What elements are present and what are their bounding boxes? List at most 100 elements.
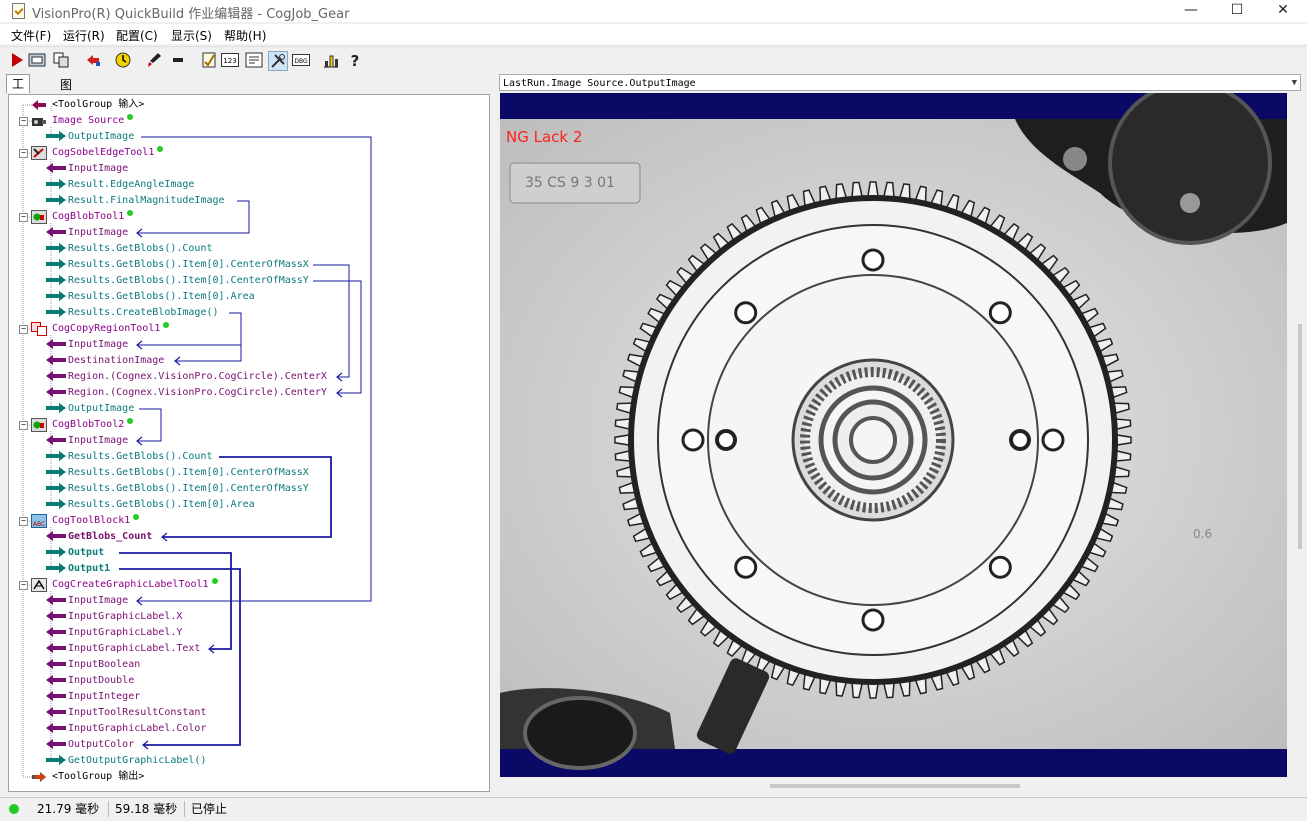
tree-input-terminal[interactable]: Region.(Cognex.VisionPro.CogCircle).Cent… [44, 369, 327, 385]
tree-input-terminal[interactable]: Region.(Cognex.VisionPro.CogCircle).Cent… [44, 385, 327, 401]
vertical-scrollbar[interactable] [1294, 92, 1307, 778]
expand-toggle-icon[interactable]: − [19, 581, 28, 590]
tree-output-terminal[interactable]: Results.GetBlobs().Item[0].CenterOfMassX [44, 465, 309, 481]
tree-input-terminal[interactable]: InputImage [44, 593, 128, 609]
tree-input-terminal[interactable]: InputImage [44, 337, 128, 353]
tree-input-terminal[interactable]: GetBlobs_Count [44, 529, 152, 545]
input-arrow-icon [46, 659, 66, 669]
gear-bolt-hole [734, 301, 758, 325]
close-button[interactable]: ✕ [1260, 0, 1306, 22]
tree-input-terminal[interactable]: OutputColor [44, 737, 134, 753]
tools-icon[interactable] [268, 51, 288, 71]
expand-toggle-icon[interactable]: − [19, 325, 28, 334]
maximize-button[interactable]: ☐ [1214, 0, 1260, 22]
menu-config[interactable]: 配置(C) [116, 27, 158, 44]
title-bar: VisionPro(R) QuickBuild 作业编辑器 - CogJob_G… [0, 0, 1307, 22]
brush-icon[interactable] [145, 51, 163, 69]
tree-output-terminal[interactable]: Output [44, 545, 104, 561]
gear-bolt-hole [1041, 428, 1065, 452]
gear-bolt-hole [988, 301, 1012, 325]
tree-output-terminal[interactable]: OutputImage [44, 129, 134, 145]
horizontal-scrollbar[interactable] [770, 784, 1020, 788]
input-arrow-icon [46, 723, 66, 733]
image-source-value: LastRun.Image Source.OutputImage [503, 78, 696, 89]
inputs-icon[interactable] [170, 51, 188, 69]
scroll-thumb[interactable] [1298, 324, 1302, 549]
tool-tree[interactable]: <ToolGroup 输入> − Image Source OutputImage − C… [8, 94, 490, 792]
debug-icon[interactable]: DBG [292, 51, 310, 69]
help-icon[interactable]: ? [346, 51, 364, 69]
menu-run[interactable]: 运行(R) [63, 27, 105, 44]
tree-tool-node[interactable]: − CogBlobTool2 [19, 417, 134, 433]
tree-input-terminal[interactable]: DestinationImage [44, 353, 164, 369]
tree-tool-node[interactable]: − CogBlobTool1 [19, 209, 134, 225]
clock-icon[interactable] [114, 51, 132, 69]
bolt-1 [1063, 147, 1087, 171]
tree-input-terminal[interactable]: InputGraphicLabel.Text [44, 641, 200, 657]
copy-icon[interactable] [52, 51, 70, 69]
expand-toggle-icon[interactable]: − [19, 421, 28, 430]
tree-tool-node[interactable]: − CogCreateGraphicLabelTool1 [19, 577, 218, 593]
tree-output-terminal[interactable]: Result.EdgeAngleImage [44, 177, 194, 193]
tree-output-terminal[interactable]: Results.GetBlobs().Count [44, 241, 213, 257]
menu-help[interactable]: 帮助(H) [224, 27, 266, 44]
tree-input-terminal[interactable]: InputGraphicLabel.X [44, 609, 182, 625]
tree-output-terminal[interactable]: Results.GetBlobs().Item[0].CenterOfMassY [44, 481, 309, 497]
expand-toggle-icon[interactable]: − [19, 517, 28, 526]
terminal-label: Results.CreateBlobImage() [68, 307, 219, 318]
terminal-label: Results.GetBlobs().Count [68, 243, 213, 254]
tree-tool-node[interactable]: − Image Source [19, 113, 134, 129]
tree-tool-node[interactable]: − CogSobelEdgeTool1 [19, 145, 164, 161]
tab-tools[interactable]: 工具 [6, 74, 31, 109]
tree-output-terminal[interactable]: Results.GetBlobs().Item[0].CenterOfMassX [44, 257, 309, 273]
tree-output-terminal[interactable]: OutputImage [44, 401, 134, 417]
reset-icon[interactable] [84, 51, 102, 69]
tree-tool-node[interactable]: − ABC CogToolBlock1 [19, 513, 140, 529]
image-display[interactable]: 35 CS 9 3 01 NG Lack 2 0.6 [500, 93, 1287, 777]
numeric-icon[interactable]: 123 [221, 51, 239, 69]
tree-group-node[interactable]: <ToolGroup 输出> [32, 769, 144, 785]
tree-tool-node[interactable]: − CogCopyRegionTool1 [19, 321, 170, 337]
output-arrow-icon [46, 259, 66, 269]
output-arrow-icon [46, 131, 66, 141]
tree-input-terminal[interactable]: InputImage [44, 433, 128, 449]
image-source-select[interactable]: LastRun.Image Source.OutputImage ▼ [499, 74, 1301, 91]
tree-group-node[interactable]: <ToolGroup 输入> [32, 97, 144, 113]
label-tool-icon [31, 578, 47, 592]
tree-input-terminal[interactable]: InputGraphicLabel.Y [44, 625, 182, 641]
terminal-label: OutputImage [68, 131, 135, 142]
tree-input-terminal[interactable]: InputBoolean [44, 657, 140, 673]
tree-input-terminal[interactable]: InputImage [44, 225, 128, 241]
tree-input-terminal[interactable]: InputGraphicLabel.Color [44, 721, 206, 737]
bar-chart-icon[interactable] [322, 51, 340, 69]
run-icon[interactable] [8, 51, 26, 69]
expand-toggle-icon[interactable]: − [19, 117, 28, 126]
tree-input-terminal[interactable]: InputImage [44, 161, 128, 177]
terminal-label: Results.GetBlobs().Item[0].Area [68, 291, 255, 302]
tree-output-terminal[interactable]: Output1 [44, 561, 110, 577]
tree-output-terminal[interactable]: Results.GetBlobs().Item[0].Area [44, 497, 255, 513]
expand-toggle-icon[interactable]: − [19, 213, 28, 222]
terminal-label: InputToolResultConstant [68, 707, 207, 718]
sobel-tool-icon [31, 146, 47, 160]
tree-output-terminal[interactable]: Result.FinalMagnitudeImage [44, 193, 225, 209]
bolt-2 [1180, 193, 1200, 213]
app-icon [12, 3, 25, 19]
minimize-button[interactable]: — [1168, 0, 1214, 22]
menu-view[interactable]: 显示(S) [171, 27, 212, 44]
tree-output-terminal[interactable]: GetOutputGraphicLabel() [44, 753, 206, 769]
menu-file[interactable]: 文件(F) [11, 27, 51, 44]
tree-input-terminal[interactable]: InputInteger [44, 689, 140, 705]
tree-output-terminal[interactable]: Results.CreateBlobImage() [44, 305, 219, 321]
text-icon[interactable] [245, 51, 263, 69]
chevron-down-icon[interactable]: ▼ [1292, 75, 1297, 92]
tree-output-terminal[interactable]: Results.GetBlobs().Count [44, 449, 213, 465]
tree-output-terminal[interactable]: Results.GetBlobs().Item[0].CenterOfMassY [44, 273, 309, 289]
script-icon[interactable] [200, 51, 218, 69]
tree-input-terminal[interactable]: InputDouble [44, 673, 134, 689]
expand-toggle-icon[interactable]: − [19, 149, 28, 158]
tree-input-terminal[interactable]: InputToolResultConstant [44, 705, 206, 721]
image-icon[interactable] [28, 51, 46, 69]
tree-output-terminal[interactable]: Results.GetBlobs().Item[0].Area [44, 289, 255, 305]
ng-overlay-text: NG Lack 2 [506, 128, 582, 146]
